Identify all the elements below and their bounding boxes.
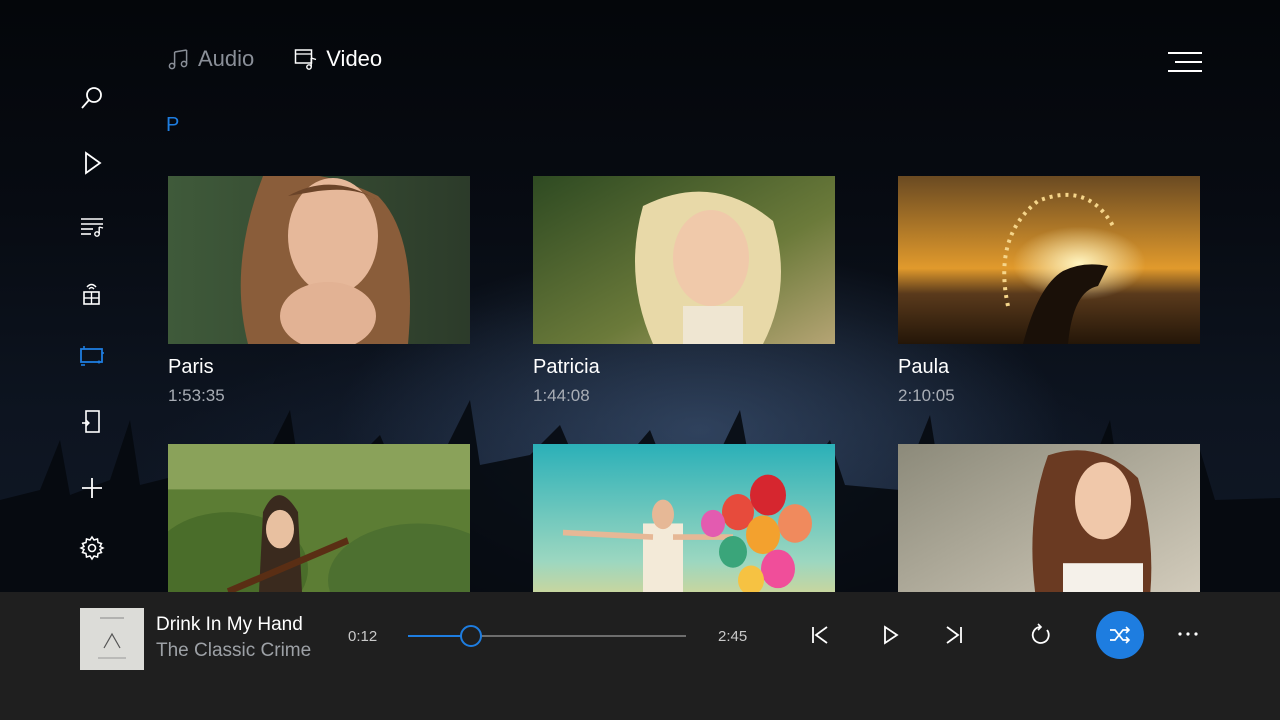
music-note-icon xyxy=(168,49,188,70)
sidebar-item-devices[interactable] xyxy=(64,402,120,442)
video-tile-patricia[interactable]: Patricia 1:44:08 xyxy=(533,176,835,406)
video-duration: 2:10:05 xyxy=(898,386,955,405)
sidebar-item-network[interactable] xyxy=(64,273,120,313)
next-button[interactable] xyxy=(934,615,974,655)
total-time: 2:45 xyxy=(718,628,748,645)
sidebar-item-search[interactable] xyxy=(64,78,120,118)
playlist-icon xyxy=(81,218,104,237)
sidebar-item-videos[interactable] xyxy=(64,336,120,376)
skip-next-icon xyxy=(946,626,962,644)
tab-audio-label: Audio xyxy=(198,46,255,71)
search-icon xyxy=(81,87,102,109)
video-library-icon xyxy=(80,346,104,366)
album-art[interactable] xyxy=(80,608,144,670)
seek-bar[interactable] xyxy=(408,625,686,647)
skip-previous-icon xyxy=(812,626,828,644)
video-title: Paula xyxy=(898,356,950,378)
video-tile-4[interactable] xyxy=(168,444,470,592)
track-title: Drink In My Hand xyxy=(156,614,303,635)
device-icon xyxy=(82,410,100,433)
video-duration: 1:53:35 xyxy=(168,386,225,405)
play-button[interactable] xyxy=(870,615,910,655)
video-thumbnail xyxy=(533,444,835,592)
video-duration: 1:44:08 xyxy=(533,386,590,405)
seek-bar-handle[interactable] xyxy=(459,625,482,647)
repeat-button[interactable] xyxy=(1020,615,1060,655)
track-artist: The Classic Crime xyxy=(156,640,312,661)
video-thumbnail xyxy=(168,444,470,592)
previous-button[interactable] xyxy=(800,615,840,655)
add-icon xyxy=(82,478,102,498)
tab-video[interactable]: Video xyxy=(294,46,382,72)
video-tile-paula[interactable]: Paula 2:10:05 xyxy=(898,176,1200,406)
video-thumbnail xyxy=(898,176,1200,344)
sidebar-item-settings[interactable] xyxy=(64,528,120,568)
shuffle-button[interactable] xyxy=(1096,611,1144,659)
more-icon xyxy=(1178,632,1198,636)
settings-icon xyxy=(79,535,105,561)
video-tile-6[interactable] xyxy=(898,444,1200,592)
video-tile-paris[interactable]: Paris 1:53:35 xyxy=(168,176,470,406)
sidebar-item-playlists[interactable] xyxy=(64,206,120,246)
sidebar-item-add[interactable] xyxy=(64,468,120,508)
play-icon xyxy=(884,625,899,645)
player-bar: Drink In My Hand The Classic Crime 0:12 … xyxy=(0,592,1280,720)
more-options-button[interactable] xyxy=(1168,614,1208,654)
media-tabs: Audio Video xyxy=(166,46,382,72)
alphabet-jump-letter[interactable]: P xyxy=(166,114,179,137)
repeat-icon xyxy=(1031,623,1050,644)
video-tile-5[interactable] xyxy=(533,444,835,592)
video-title: Patricia xyxy=(533,356,600,378)
shuffle-icon xyxy=(1110,626,1131,644)
current-time: 0:12 xyxy=(348,628,378,645)
play-icon xyxy=(85,151,102,175)
video-title: Paris xyxy=(168,356,214,378)
video-thumbnail xyxy=(168,176,470,344)
tab-audio[interactable]: Audio xyxy=(166,46,254,72)
video-thumbnail xyxy=(533,176,835,344)
hamburger-menu-icon[interactable] xyxy=(1166,50,1204,76)
sidebar-item-now-playing[interactable] xyxy=(64,143,120,183)
network-icon xyxy=(83,283,100,305)
video-thumbnail xyxy=(898,444,1200,592)
video-tab-icon xyxy=(295,49,317,70)
tab-video-label: Video xyxy=(326,46,383,71)
